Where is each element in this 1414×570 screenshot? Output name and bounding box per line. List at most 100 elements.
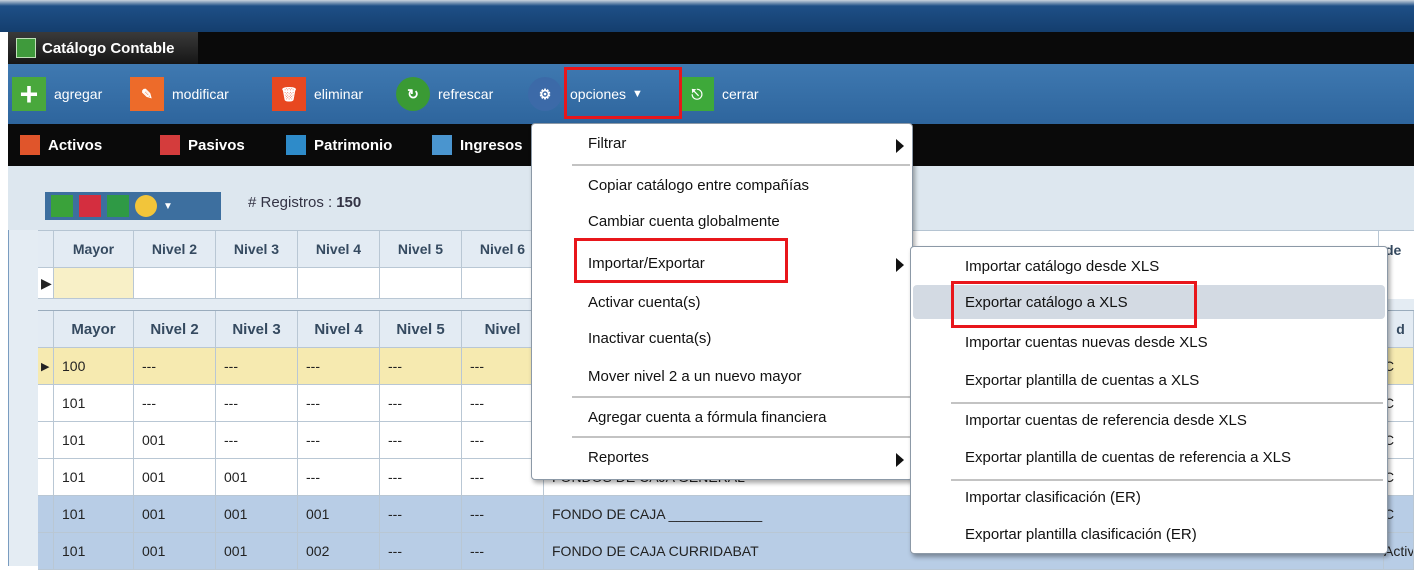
submenu-arrow-icon: [896, 139, 904, 153]
menu-item-copiar[interactable]: Copiar catálogo entre compañías: [588, 170, 809, 200]
records-count: # Registros :150: [248, 194, 361, 211]
cerrar-button[interactable]: ⎋ cerrar: [680, 71, 759, 117]
trash-icon: 🗑: [272, 77, 306, 111]
filter-input[interactable]: [134, 268, 216, 299]
filter-input[interactable]: [216, 268, 298, 299]
menu-item-inactivar[interactable]: Inactivar cuenta(s): [588, 323, 711, 353]
table-cell: ---: [462, 533, 544, 570]
window-title: Catálogo Contable: [42, 39, 175, 57]
table-cell: ---: [380, 533, 462, 570]
table-cell: ---: [380, 496, 462, 533]
row-indicator: [38, 496, 54, 533]
col-header-fragment: d: [1384, 311, 1414, 348]
tab-patrimonio[interactable]: Patrimonio: [286, 124, 392, 166]
row-indicator: [38, 533, 54, 570]
submenu-item[interactable]: Exportar plantilla de cuentas de referen…: [965, 442, 1291, 472]
table-cell: 001: [298, 496, 380, 533]
modificar-button[interactable]: ✎ modificar: [130, 71, 229, 117]
tab-label: Activos: [48, 136, 103, 154]
records-value: 150: [336, 194, 362, 211]
row-pointer-icon: ▶: [38, 268, 54, 299]
col-header[interactable]: Mayor: [54, 231, 134, 268]
tab-label: Pasivos: [188, 136, 245, 154]
tab-pasivos[interactable]: Pasivos: [160, 124, 245, 166]
chevron-down-icon[interactable]: ▼: [163, 201, 173, 212]
add-row-icon[interactable]: [51, 195, 73, 217]
tab-activos[interactable]: Activos: [20, 124, 102, 166]
col-header[interactable]: Nivel 2: [134, 231, 216, 268]
table-cell: 001: [134, 533, 216, 570]
col-header[interactable]: Nivel 4: [298, 311, 380, 348]
person-icon: [286, 135, 306, 155]
table-cell-fragment: Activo C: [1384, 533, 1414, 570]
refresh-icon: ↻: [396, 77, 430, 111]
tab-ingresos[interactable]: Ingresos: [432, 124, 523, 166]
table-cell: ---: [134, 385, 216, 422]
col-header[interactable]: Nivel 2: [134, 311, 216, 348]
filter-input[interactable]: [380, 268, 462, 299]
exportar-highlight: [951, 281, 1197, 328]
table-cell-fragment: C: [1384, 496, 1414, 533]
table-cell-fragment: C: [1384, 348, 1414, 385]
menu-item-reportes[interactable]: Reportes: [588, 442, 649, 472]
table-cell: 100: [54, 348, 134, 385]
eliminar-button[interactable]: 🗑 eliminar: [272, 71, 363, 117]
plus-icon: +: [12, 76, 46, 112]
table-cell: ---: [380, 459, 462, 496]
col-header[interactable]: Nivel 5: [380, 311, 462, 348]
table-cell: ---: [216, 348, 298, 385]
window-tab[interactable]: Catálogo Contable: [8, 32, 198, 64]
magnet-icon[interactable]: [79, 195, 101, 217]
submenu-item[interactable]: Importar catálogo desde XLS: [965, 251, 1159, 281]
cerrar-label: cerrar: [722, 86, 759, 102]
options-icon: ⚙: [528, 77, 562, 111]
toolbar: + agregar ✎ modificar 🗑 eliminar ↻ refre…: [8, 64, 1414, 124]
col-header[interactable]: Nivel 4: [298, 231, 380, 268]
export-icon[interactable]: [107, 195, 129, 217]
submenu-item[interactable]: Importar cuentas nuevas desde XLS: [965, 327, 1208, 357]
agregar-label: agregar: [54, 86, 103, 102]
table-cell: 002: [298, 533, 380, 570]
table-cell: 101: [54, 533, 134, 570]
table-cell: ---: [298, 459, 380, 496]
eliminar-label: eliminar: [314, 86, 364, 102]
filter-input[interactable]: [298, 268, 380, 299]
submenu-item[interactable]: Exportar plantilla clasificación (ER): [965, 519, 1197, 549]
table-cell: ---: [380, 348, 462, 385]
table-cell-fragment: C: [1384, 385, 1414, 422]
refrescar-button[interactable]: ↻ refrescar: [396, 71, 493, 117]
submenu-item[interactable]: Exportar plantilla de cuentas a XLS: [965, 365, 1199, 395]
top-frame: [0, 0, 1414, 32]
agregar-button[interactable]: + agregar: [12, 71, 102, 117]
menu-item-activar[interactable]: Activar cuenta(s): [588, 287, 701, 317]
submenu-item[interactable]: Importar clasificación (ER): [965, 482, 1141, 512]
menu-item-mover[interactable]: Mover nivel 2 a un nuevo mayor: [588, 361, 801, 391]
table-cell: 001: [216, 459, 298, 496]
row-pointer-icon: ▶: [38, 348, 54, 385]
table-cell: 001: [134, 496, 216, 533]
grid-icons: ▼: [45, 192, 221, 220]
col-header[interactable]: Mayor: [54, 311, 134, 348]
menu-item-filtrar[interactable]: Filtrar: [588, 128, 626, 158]
filter-header-row: Mayor Nivel 2 Nivel 3 Nivel 4 Nivel 5 Ni…: [38, 231, 544, 268]
row-indicator: [38, 422, 54, 459]
pencil-icon: ✎: [130, 77, 164, 111]
col-header[interactable]: Nivel 3: [216, 311, 298, 348]
options-menu: Filtrar Copiar catálogo entre compañías …: [531, 123, 913, 480]
col-header[interactable]: Nivel 3: [216, 231, 298, 268]
table-cell: ---: [298, 385, 380, 422]
col-header[interactable]: Nivel 5: [380, 231, 462, 268]
records-label: # Registros :: [248, 194, 333, 211]
pasivos-icon: [160, 135, 180, 155]
refrescar-label: refrescar: [438, 86, 494, 102]
table-cell: 001: [216, 496, 298, 533]
submenu-item[interactable]: Importar cuentas de referencia desde XLS: [965, 405, 1247, 435]
table-cell: 101: [54, 496, 134, 533]
filter-input[interactable]: [54, 268, 134, 299]
sun-icon[interactable]: [135, 195, 157, 217]
menu-item-agregar-formula[interactable]: Agregar cuenta a fórmula financiera: [588, 402, 826, 432]
table-cell: 101: [54, 459, 134, 496]
exit-icon: ⎋: [680, 77, 714, 111]
home-icon: [20, 135, 40, 155]
menu-item-cambiar[interactable]: Cambiar cuenta globalmente: [588, 206, 780, 236]
